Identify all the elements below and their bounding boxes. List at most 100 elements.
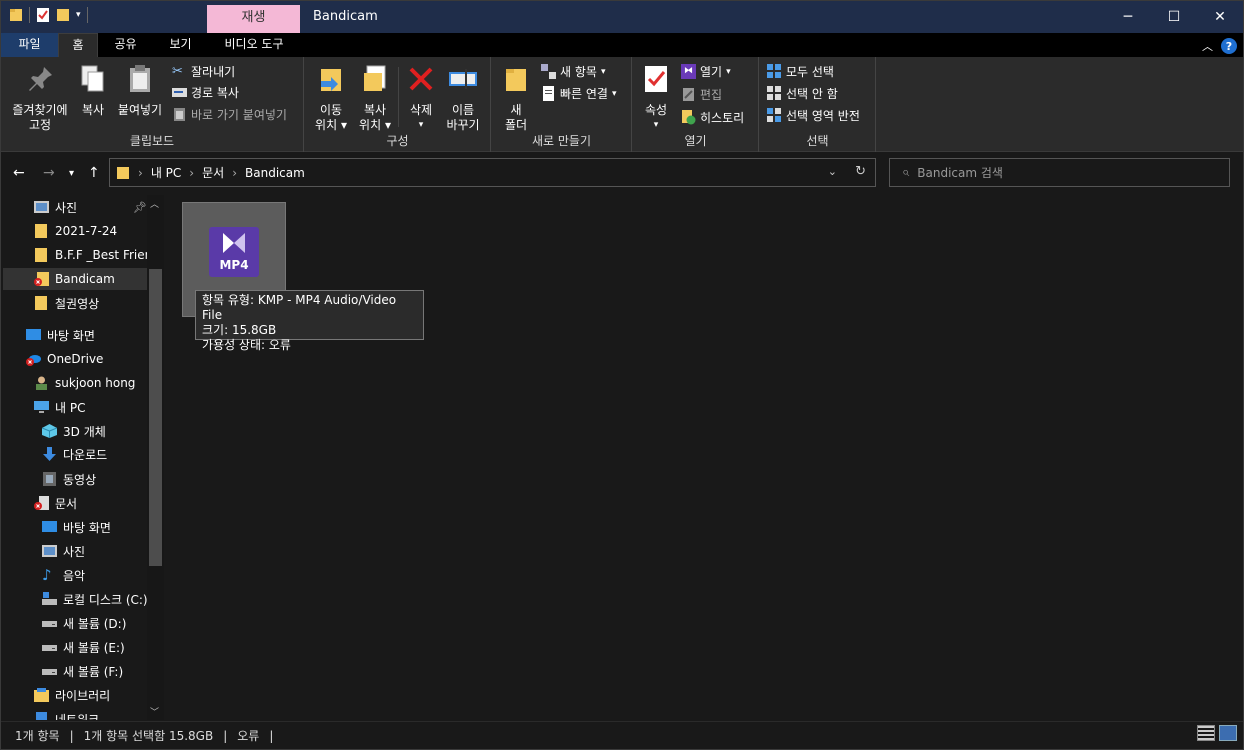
paste-shortcut-button[interactable]: 바로 가기 붙여넣기 bbox=[172, 106, 287, 123]
context-tab-play[interactable]: 재생 bbox=[207, 5, 300, 33]
open-button[interactable]: ⧓ 열기 ▾ bbox=[681, 63, 731, 80]
nav-item-label: 사진 bbox=[55, 200, 78, 215]
folder-icon[interactable] bbox=[9, 7, 23, 23]
recent-locations-icon[interactable]: ▾ bbox=[69, 168, 74, 179]
ribbon-collapse-icon[interactable]: ︿ bbox=[1202, 38, 1213, 54]
scroll-up-icon[interactable]: ︿ bbox=[150, 197, 159, 210]
file-list[interactable] bbox=[165, 195, 1243, 720]
nav-item-my-pc[interactable]: 내 PC bbox=[34, 396, 85, 418]
copy-button[interactable]: 복사 bbox=[77, 63, 109, 118]
nav-item-3d-objects[interactable]: 3D 개체 bbox=[42, 420, 106, 442]
address-bar[interactable]: › 내 PC › 문서 › Bandicam ⌄ ↻ bbox=[109, 158, 876, 187]
paste-icon bbox=[130, 65, 150, 92]
organize-group: 이동 위치 ▾ 복사 위치 ▾ 삭제 ▾ 이름 바꾸기 구성 bbox=[305, 57, 491, 152]
nav-item-folder-bff[interactable]: B.F.F _Best Friend bbox=[34, 244, 160, 266]
search-placeholder: Bandicam 검색 bbox=[917, 166, 1003, 180]
nav-item-music[interactable]: ♪ 음악 bbox=[42, 564, 85, 586]
nav-item-videos[interactable]: 동영상 bbox=[42, 468, 96, 490]
properties-button[interactable]: 속성 ▾ bbox=[639, 63, 673, 133]
nav-item-onedrive[interactable]: OneDrive bbox=[26, 348, 103, 370]
pin-icon[interactable]: 📌︎ bbox=[133, 201, 147, 214]
search-box[interactable]: ⌕ Bandicam 검색 bbox=[889, 158, 1230, 187]
easy-access-icon bbox=[543, 86, 554, 101]
nav-item-drive-d[interactable]: 새 볼륨 (D:) bbox=[42, 612, 126, 634]
address-dropdown-icon[interactable]: ⌄ bbox=[828, 165, 837, 178]
refresh-icon[interactable]: ↻ bbox=[855, 164, 866, 179]
scroll-down-icon[interactable]: ﹀ bbox=[150, 705, 159, 718]
select-group-label: 선택 bbox=[806, 134, 829, 148]
nav-item-bandicam[interactable]: Bandicam bbox=[3, 268, 147, 290]
copy-path-button[interactable]: 경로 복사 bbox=[172, 84, 239, 101]
nav-item-libraries[interactable]: 라이브러리 bbox=[34, 684, 110, 706]
invert-selection-button[interactable]: 선택 영역 반전 bbox=[767, 107, 860, 124]
new-folder-button[interactable]: 새 폴더 bbox=[500, 63, 532, 133]
breadcrumb-documents[interactable]: 문서 bbox=[202, 164, 224, 181]
properties-icon bbox=[645, 66, 667, 92]
pin-to-quick-access-button[interactable]: 즐겨찾기에 고정 bbox=[7, 63, 73, 133]
properties-dropdown-icon: ▾ bbox=[653, 120, 659, 130]
view-toggle bbox=[1197, 725, 1237, 741]
cut-button[interactable]: ✂ 잘라내기 bbox=[172, 63, 235, 80]
edit-button[interactable]: 편집 bbox=[681, 86, 722, 103]
details-view-icon[interactable] bbox=[1197, 725, 1215, 741]
back-arrow-icon[interactable]: ← bbox=[13, 165, 25, 181]
folder-icon bbox=[35, 224, 47, 238]
nav-item-desktop-2[interactable]: 바탕 화면 bbox=[42, 516, 111, 538]
new-folder-icon bbox=[506, 69, 526, 91]
nav-item-user[interactable]: sukjoon hong bbox=[34, 372, 135, 394]
nav-item-drive-e[interactable]: 새 볼륨 (E:) bbox=[42, 636, 125, 658]
forward-arrow-icon[interactable]: → bbox=[43, 165, 55, 181]
up-arrow-icon[interactable]: ↑ bbox=[88, 165, 100, 181]
large-icons-view-icon[interactable] bbox=[1219, 725, 1237, 741]
nav-item-pictures[interactable]: 사진 bbox=[42, 540, 85, 562]
minimize-button[interactable]: ─ bbox=[1105, 1, 1151, 33]
folder-icon bbox=[117, 166, 129, 179]
user-icon bbox=[36, 376, 47, 390]
delete-label: 삭제 bbox=[409, 103, 433, 117]
breadcrumb-my-pc[interactable]: 내 PC bbox=[151, 164, 181, 181]
qat-dropdown-icon[interactable]: ▾ bbox=[76, 10, 81, 20]
properties-check-icon[interactable] bbox=[36, 7, 50, 23]
nav-item-pictures-pinned[interactable]: 사진 bbox=[34, 196, 77, 218]
qat-divider bbox=[29, 7, 30, 23]
easy-access-button[interactable]: 빠른 연결 ▾ bbox=[541, 85, 617, 102]
tab-file[interactable]: 파일 bbox=[1, 33, 58, 57]
nav-item-folder-2021-7-24[interactable]: 2021-7-24 bbox=[34, 220, 117, 242]
tab-video-tools[interactable]: 비디오 도구 bbox=[208, 33, 300, 57]
history-button[interactable]: 히스토리 bbox=[681, 109, 744, 126]
nav-item-label: 2021-7-24 bbox=[55, 224, 118, 238]
paste-button[interactable]: 붙여넣기 bbox=[115, 63, 165, 118]
tab-view[interactable]: 보기 bbox=[153, 33, 208, 57]
easy-access-dropdown-icon: ▾ bbox=[611, 88, 617, 99]
breadcrumb-bandicam[interactable]: Bandicam bbox=[245, 166, 305, 180]
copy-to-button[interactable]: 복사 위치 ▾ bbox=[355, 63, 395, 133]
status-state: 오류 bbox=[237, 729, 260, 743]
move-to-button[interactable]: 이동 위치 ▾ bbox=[311, 63, 351, 133]
help-icon[interactable]: ? bbox=[1221, 38, 1237, 54]
nav-item-downloads[interactable]: 다운로드 bbox=[42, 443, 107, 465]
ribbon-tabs: 파일 홈 공유 보기 비디오 도구 bbox=[1, 33, 1243, 57]
nav-scrollbar-thumb[interactable] bbox=[149, 269, 162, 566]
nav-item-documents[interactable]: 문서 bbox=[34, 492, 77, 514]
select-none-label: 선택 안 함 bbox=[786, 87, 838, 101]
nav-item-network[interactable]: 네트워크 bbox=[34, 708, 99, 720]
nav-item-folder-tekken[interactable]: 철권영상 bbox=[34, 292, 99, 314]
nav-item-desktop[interactable]: 바탕 화면 bbox=[26, 324, 95, 346]
invert-selection-icon bbox=[767, 108, 781, 122]
maximize-button[interactable]: ☐ bbox=[1151, 1, 1197, 33]
new-item-button[interactable]: 새 항목 ▾ bbox=[541, 63, 605, 80]
download-arrow-icon bbox=[43, 447, 56, 461]
move-to-label-1: 이동 bbox=[319, 103, 343, 117]
select-all-button[interactable]: 모두 선택 bbox=[767, 63, 834, 80]
nav-item-drive-f[interactable]: 새 볼륨 (F:) bbox=[42, 660, 123, 682]
paste-label: 붙여넣기 bbox=[117, 103, 163, 117]
close-button[interactable]: ✕ bbox=[1197, 1, 1243, 33]
select-none-button[interactable]: 선택 안 함 bbox=[767, 85, 838, 102]
delete-button[interactable]: 삭제 ▾ bbox=[403, 63, 439, 133]
new-folder-icon[interactable] bbox=[56, 7, 70, 23]
tab-share[interactable]: 공유 bbox=[98, 33, 153, 57]
nav-item-drive-c[interactable]: 로컬 디스크 (C:) bbox=[42, 588, 148, 610]
rename-button[interactable]: 이름 바꾸기 bbox=[441, 63, 485, 133]
select-none-icon bbox=[767, 86, 781, 100]
tab-home[interactable]: 홈 bbox=[58, 33, 98, 57]
